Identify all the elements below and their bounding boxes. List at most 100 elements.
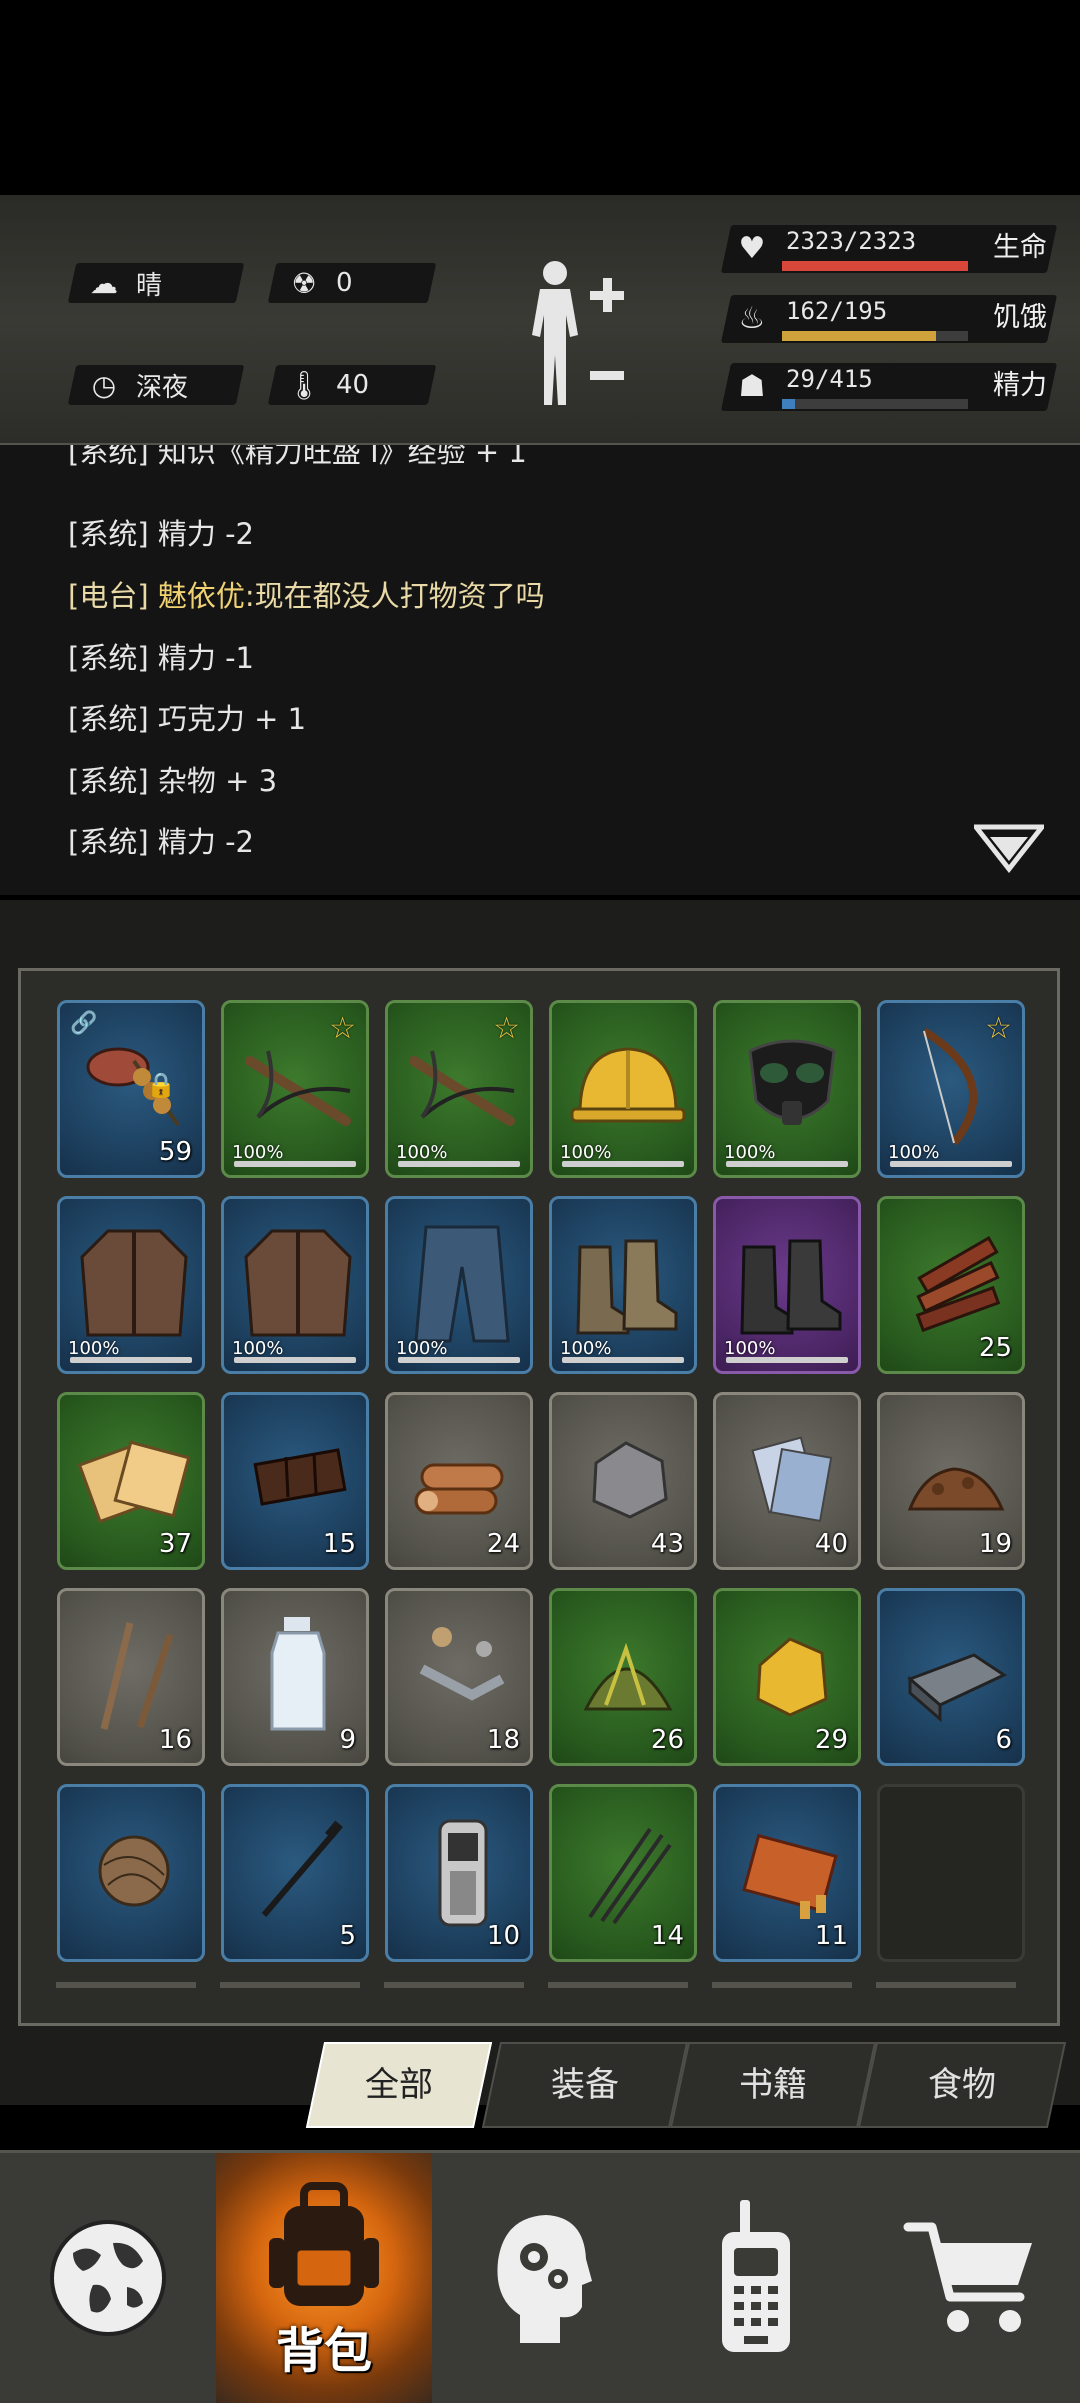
meat-skewer-icon [86,1047,180,1127]
inventory-slot-gold-ore[interactable]: 29 [713,1588,861,1766]
hunger-bar-fill [782,331,937,341]
inventory-slot-sticks[interactable]: 16 [57,1588,205,1766]
herbs-icon [583,1642,673,1711]
nav-backpack-button[interactable]: 背包 [216,2153,432,2403]
inventory-slot-chocolate[interactable]: 15 [221,1392,369,1570]
temperature-value: 40 [336,370,370,400]
thermometer-icon: 🌡 [286,368,322,402]
nav-map-button[interactable] [0,2153,216,2403]
gas-mask-icon [748,1039,836,1125]
weather-text: 晴 [136,270,163,301]
item-count: 10 [486,1921,520,1951]
health-bar-fill [782,261,968,271]
jeans-icon [414,1225,510,1343]
tab-equipment[interactable]: 装备 [481,2042,689,2128]
hard-hat-icon [570,1047,686,1123]
inventory-slot-combat-boots[interactable]: 100% [713,1196,861,1374]
item-count: 40 [814,1529,848,1559]
twine-icon [98,1835,170,1907]
inventory-slot-logs[interactable]: 24 [385,1392,533,1570]
durability-text: 100% [888,1142,940,1163]
chevron-down-icon[interactable] [974,823,1044,873]
logs-icon [414,1463,504,1515]
star-icon: ☆ [985,1011,1012,1046]
inventory-slot-meat-skewer[interactable]: 🔗 🔒 59 [57,1000,205,1178]
durability-bar [234,1357,356,1363]
stone-icon [592,1441,668,1519]
durability-bar [890,1161,1012,1167]
time-text: 深夜 [136,372,189,403]
durability-text: 100% [724,1142,776,1163]
inventory-slot-twine[interactable] [57,1784,205,1962]
cellphone-icon [438,1819,488,1927]
body-status-icon[interactable] [520,255,630,415]
inventory-slot-scrap[interactable]: 18 [385,1588,533,1766]
inventory-slot-bow[interactable]: ☆ 100% [877,1000,1025,1178]
walkie-talkie-icon [722,2200,790,2352]
log-radio-prefix: [电台] [68,579,158,613]
hunger-value: 162/195 [786,297,888,325]
cloud-sun-icon: ☁ [90,266,118,300]
health-label: 生命 [993,232,1047,263]
globe-icon [50,2220,166,2336]
inventory-slot-crossbow[interactable]: ☆ 100% [221,1000,369,1178]
hunger-bar [782,331,968,341]
crackers-icon [77,1440,191,1524]
inventory-slot-leather-jacket[interactable]: 100% [57,1196,205,1374]
ammo-box-icon [742,1833,838,1919]
durability-text: 100% [396,1338,448,1359]
energy-bar-fill [782,399,796,409]
item-count: 9 [339,1725,356,1755]
log-line-partial: [系统] 知识《精力旺盛 I》经验 + 1 [68,445,527,469]
durability-bar [726,1161,848,1167]
inventory-slot-boots[interactable]: 100% [549,1196,697,1374]
firewood-icon [915,1236,1001,1333]
leather-jacket-icon [80,1229,188,1337]
inventory-slot-ammo-box[interactable]: 11 [713,1784,861,1962]
inventory-slot-jeans[interactable]: 100% [385,1196,533,1374]
item-count: 6 [995,1725,1012,1755]
weather-pill: ☁ 晴 [67,263,245,303]
boots-icon [576,1239,678,1335]
inventory-slot-gas-mask[interactable]: 100% [713,1000,861,1178]
log-line: [系统] 精力 -2 [68,517,254,551]
inventory-slot-empty[interactable] [877,1784,1025,1962]
nav-backpack-label: 背包 [275,2323,372,2379]
inventory-slot-herbs[interactable]: 26 [549,1588,697,1766]
log-line-radio: [电台] 魅依优:现在都没人打物资了吗 [68,573,545,615]
nav-shop-button[interactable] [864,2153,1080,2403]
item-count: 5 [339,1921,356,1951]
item-count: 26 [650,1725,684,1755]
inventory-slot-arrows[interactable]: 14 [549,1784,697,1962]
inventory-slot-hard-hat[interactable]: 100% [549,1000,697,1178]
inventory-slot-water-bottle[interactable]: 9 [221,1588,369,1766]
inventory-slot-crackers[interactable]: 37 [57,1392,205,1570]
leather-jacket-icon [244,1229,352,1337]
durability-text: 100% [396,1142,448,1163]
lock-icon: 🔒 [146,1071,176,1099]
clock-icon: ◷ [91,368,117,402]
nav-radio-button[interactable] [648,2153,864,2403]
nail-icon [261,1820,343,1917]
inventory-slot-leather-jacket[interactable]: 100% [221,1196,369,1374]
star-icon: ☆ [329,1011,356,1046]
inventory-slot-stone[interactable]: 43 [549,1392,697,1570]
item-count: 59 [158,1137,192,1167]
message-log[interactable]: [系统] 知识《精力旺盛 I》经验 + 1 [系统] 精力 -2 [电台] 魅依… [0,445,1080,895]
shopping-cart-icon [903,2222,1032,2332]
tab-food[interactable]: 食物 [857,2042,1067,2128]
energy-label: 精力 [993,370,1047,401]
item-count: 24 [486,1529,520,1559]
tab-all[interactable]: 全部 [305,2042,493,2128]
inventory-slot-soil[interactable]: 19 [877,1392,1025,1570]
durability-bar [562,1357,684,1363]
inventory-slot-paper[interactable]: 40 [713,1392,861,1570]
inventory-slot-cellphone[interactable]: 10 [385,1784,533,1962]
tab-books[interactable]: 书籍 [669,2042,877,2128]
hunger-label: 饥饿 [993,302,1047,333]
inventory-slot-iron-ingot[interactable]: 6 [877,1588,1025,1766]
inventory-slot-firewood[interactable]: 25 [877,1196,1025,1374]
inventory-slot-nail[interactable]: 5 [221,1784,369,1962]
nav-skills-button[interactable] [432,2153,648,2403]
inventory-slot-crossbow[interactable]: ☆ 100% [385,1000,533,1178]
